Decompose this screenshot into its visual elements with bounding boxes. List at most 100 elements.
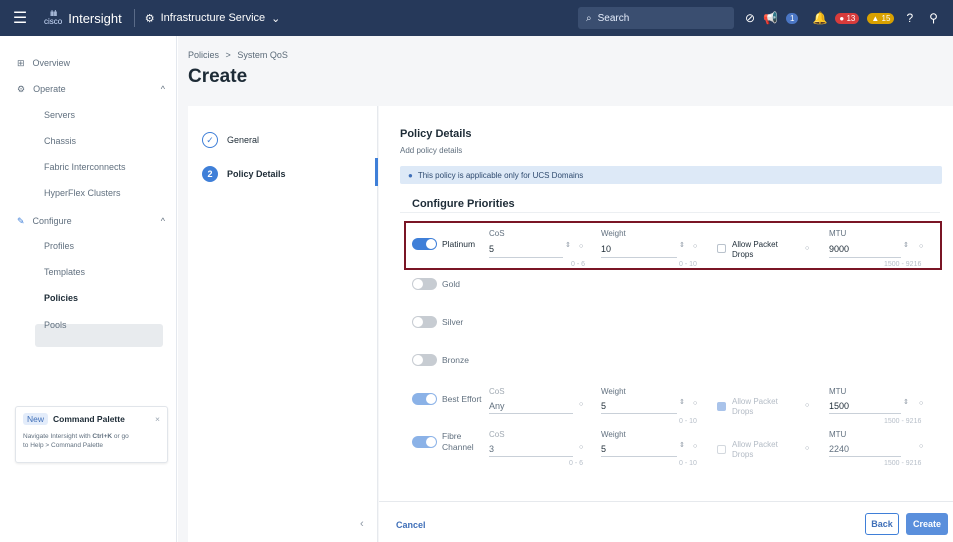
platinum-cos-input[interactable]: 5 [489,244,494,254]
palette-text: to [23,442,29,449]
sidebar-item-templates[interactable]: Templates [44,267,85,277]
create-button[interactable]: Create [906,513,948,535]
check-circle-icon[interactable]: ⊘ [745,11,755,25]
stepper-icon[interactable]: ⇕ [679,441,685,449]
back-button[interactable]: Back [865,513,899,535]
platinum-weight-input[interactable]: 10 [601,244,611,254]
overview-icon: ⊞ [17,57,25,68]
warning-alarm-badge[interactable]: ▲ 15 [867,12,895,24]
bronze-toggle[interactable] [412,354,437,366]
chevron-up-icon: ^ [160,84,165,94]
critical-count: 13 [846,13,856,23]
stepper-icon[interactable]: ⇕ [679,398,685,406]
section-subtitle: Add policy details [400,146,463,155]
collapse-chevron-icon[interactable]: ‹ [360,518,364,530]
critical-alarm-badge[interactable]: ● 13 [835,12,860,24]
breadcrumb: Policies > System QoS [188,50,288,60]
underline [601,456,677,457]
palette-link[interactable]: Help > Command Palette [30,442,103,449]
stepper-icon[interactable]: ⇕ [679,241,685,249]
best-effort-mtu-input[interactable]: 1500 [829,401,849,411]
info-icon[interactable]: ○ [805,402,809,409]
hamburger-menu-icon[interactable]: ☰ [6,0,34,36]
sidebar-item-profiles[interactable]: Profiles [44,241,74,251]
platinum-mtu-input[interactable]: 9000 [829,244,849,254]
info-dot-icon: ● [408,170,413,180]
allow-drops-checkbox[interactable] [717,445,726,454]
step-number: 2 [202,166,218,182]
step-label: General [227,135,260,145]
step-label: Policy Details [227,169,286,179]
info-icon[interactable]: ○ [579,243,583,250]
command-palette-card: New Command Palette × Navigate Intersigh… [15,406,168,463]
cos-label: CoS [489,430,505,439]
sidebar: ⊞ Overview ⚙ Operate ^ Servers Chassis F… [7,36,177,542]
wizard-steps: ✓ General 2 Policy Details ‹ [188,106,378,542]
sidebar-item-fabric-interconnects[interactable]: Fabric Interconnects [44,162,126,172]
sidebar-item-overview[interactable]: ⊞ Overview [17,52,70,74]
allow-drops-checkbox[interactable] [717,402,726,411]
sidebar-item-hyperflex-clusters[interactable]: HyperFlex Clusters [44,188,121,198]
user-icon[interactable]: ⚲ [929,11,938,25]
best-effort-weight-input[interactable]: 5 [601,401,606,411]
cancel-button[interactable]: Cancel [396,520,426,530]
info-text: This policy is applicable only for UCS D… [417,170,584,180]
stepper-icon[interactable]: ⇕ [903,241,909,249]
allow-drops-checkbox[interactable] [717,244,726,253]
sidebar-item-chassis[interactable]: Chassis [44,136,76,146]
silver-toggle[interactable] [412,316,437,328]
priority-name-best-effort: Best Effort [442,394,482,404]
stepper-icon[interactable]: ⇕ [903,398,909,406]
sidebar-item-pools[interactable]: Pools [44,320,67,330]
fibre-channel-toggle[interactable] [412,436,437,448]
info-icon[interactable]: ○ [693,443,697,450]
info-icon[interactable]: ○ [919,243,923,250]
weight-range-hint: 0 - 10 [679,418,697,425]
underline [489,257,563,258]
section-title: Policy Details [400,128,472,140]
info-icon[interactable]: ○ [919,400,923,407]
info-icon[interactable]: ○ [693,400,697,407]
allow-packet-drops-label: Allow Packet Drops [732,397,778,417]
breadcrumb-policies[interactable]: Policies [188,50,219,60]
underline [601,257,677,258]
allow-text: Allow Packet [732,240,778,249]
gold-toggle[interactable] [412,278,437,290]
fibre-mtu-input[interactable]: 2240 [829,444,849,454]
fibre-weight-input[interactable]: 5 [601,444,606,454]
info-icon[interactable]: ○ [579,401,583,408]
search-input[interactable]: ⌕ Search [578,7,734,29]
info-banner: ● This policy is applicable only for UCS… [400,166,942,184]
stepper-icon[interactable]: ⇕ [565,241,571,249]
close-icon[interactable]: × [155,414,160,424]
policy-details-panel: Policy Details Add policy details ● This… [379,106,953,542]
info-icon[interactable]: ○ [579,444,583,451]
sidebar-item-operate[interactable]: ⚙ Operate ^ [17,78,165,100]
priority-name-platinum: Platinum [442,239,476,249]
best-effort-toggle[interactable] [412,393,437,405]
channel-text: Channel [442,442,474,452]
fibre-cos-input[interactable]: 3 [489,444,494,454]
palette-text: Navigate Intersight with [23,433,91,440]
allow-text: Allow Packet [732,440,778,449]
bell-icon[interactable]: 🔔 [812,11,827,25]
service-label: Infrastructure Service [160,12,266,24]
page-title: Create [188,66,248,87]
info-icon[interactable]: ○ [805,245,809,252]
service-selector[interactable]: ⚙ Infrastructure Service ⌄ [145,12,281,25]
help-icon[interactable]: ? [906,11,913,25]
sidebar-item-servers[interactable]: Servers [44,110,75,120]
platinum-toggle[interactable] [412,238,437,250]
info-icon[interactable]: ○ [693,243,697,250]
notif-badge: 1 [786,12,799,24]
best-effort-cos-input[interactable]: Any [489,401,505,411]
chevron-down-icon: ⌄ [271,12,281,25]
step-policy-details[interactable]: 2 Policy Details [202,166,286,182]
announcement-icon[interactable]: 📢 [763,11,778,25]
sidebar-item-configure[interactable]: ✎ Configure ^ [17,210,165,232]
info-icon[interactable]: ○ [805,445,809,452]
sidebar-item-policies[interactable]: Policies [44,293,78,303]
info-icon[interactable]: ○ [919,443,923,450]
wrench-icon: ✎ [17,215,25,226]
step-general[interactable]: ✓ General [202,132,259,148]
